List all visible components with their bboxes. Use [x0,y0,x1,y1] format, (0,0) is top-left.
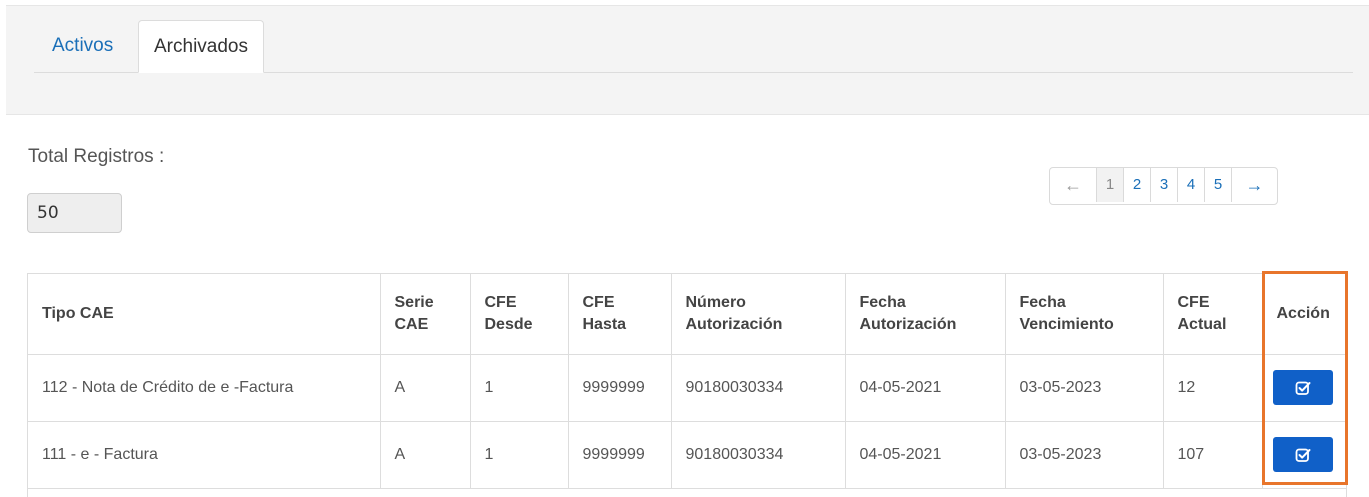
header-cfe-hasta[interactable]: CFE Hasta [567,274,671,355]
cell-cfe-hasta: 9999999 [567,354,671,422]
header-serie-cae[interactable]: Serie CAE [379,274,470,355]
cell-fecha-vencimiento: 03-05-2023 [1004,421,1163,489]
pagination-page-2[interactable]: 2 [1123,168,1150,202]
header-cfe-actual[interactable]: CFE Actual [1162,274,1262,355]
cell-tipo-cae: 111 - e - Factura [28,421,380,489]
total-registros-label: Total Registros : [28,146,165,167]
check-square-icon [1295,448,1310,462]
cell-tipo-cae: 112 - Nota de Crédito de e -Factura [28,354,380,422]
table-row: 111 - e - Factura A 1 9999999 9018003033… [28,421,1346,489]
pagination-page-1[interactable]: 1 [1096,168,1123,202]
select-cae-button[interactable] [1272,370,1333,405]
cell-accion [1261,421,1346,489]
check-square-icon [1295,381,1310,395]
pagination-prev-button[interactable]: ← [1050,168,1096,202]
header-accion: Acción [1261,274,1346,355]
cell-cfe-desde: 1 [469,354,568,422]
cell-fecha-autorizacion: 04-05-2021 [844,354,1005,422]
cell-cfe-actual: 107 [1162,421,1262,489]
table-row: 112 - Nota de Crédito de e -Factura A 1 … [28,354,1346,422]
header-cfe-desde[interactable]: CFE Desde [469,274,568,355]
pagination-page-4[interactable]: 4 [1177,168,1204,202]
pagination-page-3[interactable]: 3 [1150,168,1177,202]
cell-fecha-vencimiento: 03-05-2023 [1004,354,1163,422]
cell-accion [1261,354,1346,422]
cae-table: Tipo CAE Serie CAE CFE Desde CFE Hasta Núme… [27,273,1347,497]
cell-numero-autorizacion: 90180030334 [670,421,845,489]
tabs-panel: Activos Archivados [6,5,1369,115]
pagination-next-button[interactable]: → [1231,168,1277,202]
header-fecha-vencimiento[interactable]: Fecha Vencimiento [1004,274,1163,355]
tab-activos[interactable]: Activos [37,20,128,72]
cell-fecha-autorizacion: 04-05-2021 [844,421,1005,489]
table-header-row: Tipo CAE Serie CAE CFE Desde CFE Hasta Núme… [28,274,1346,355]
header-tipo-cae[interactable]: Tipo CAE [28,274,380,355]
cell-cfe-actual: 12 [1162,354,1262,422]
cell-numero-autorizacion: 90180030334 [670,354,845,422]
total-registros-value: 50 [27,193,122,233]
pagination-page-5[interactable]: 5 [1204,168,1231,202]
tab-archivados[interactable]: Archivados [138,20,264,73]
header-numero-autorizacion[interactable]: Número Autorización [670,274,845,355]
cell-cfe-hasta: 9999999 [567,421,671,489]
header-fecha-autorizacion[interactable]: Fecha Autorización [844,274,1005,355]
cell-cfe-desde: 1 [469,421,568,489]
pagination: ← 1 2 3 4 5 → [1049,167,1278,205]
select-cae-button[interactable] [1272,437,1333,472]
cell-serie-cae: A [379,421,470,489]
cell-serie-cae: A [379,354,470,422]
